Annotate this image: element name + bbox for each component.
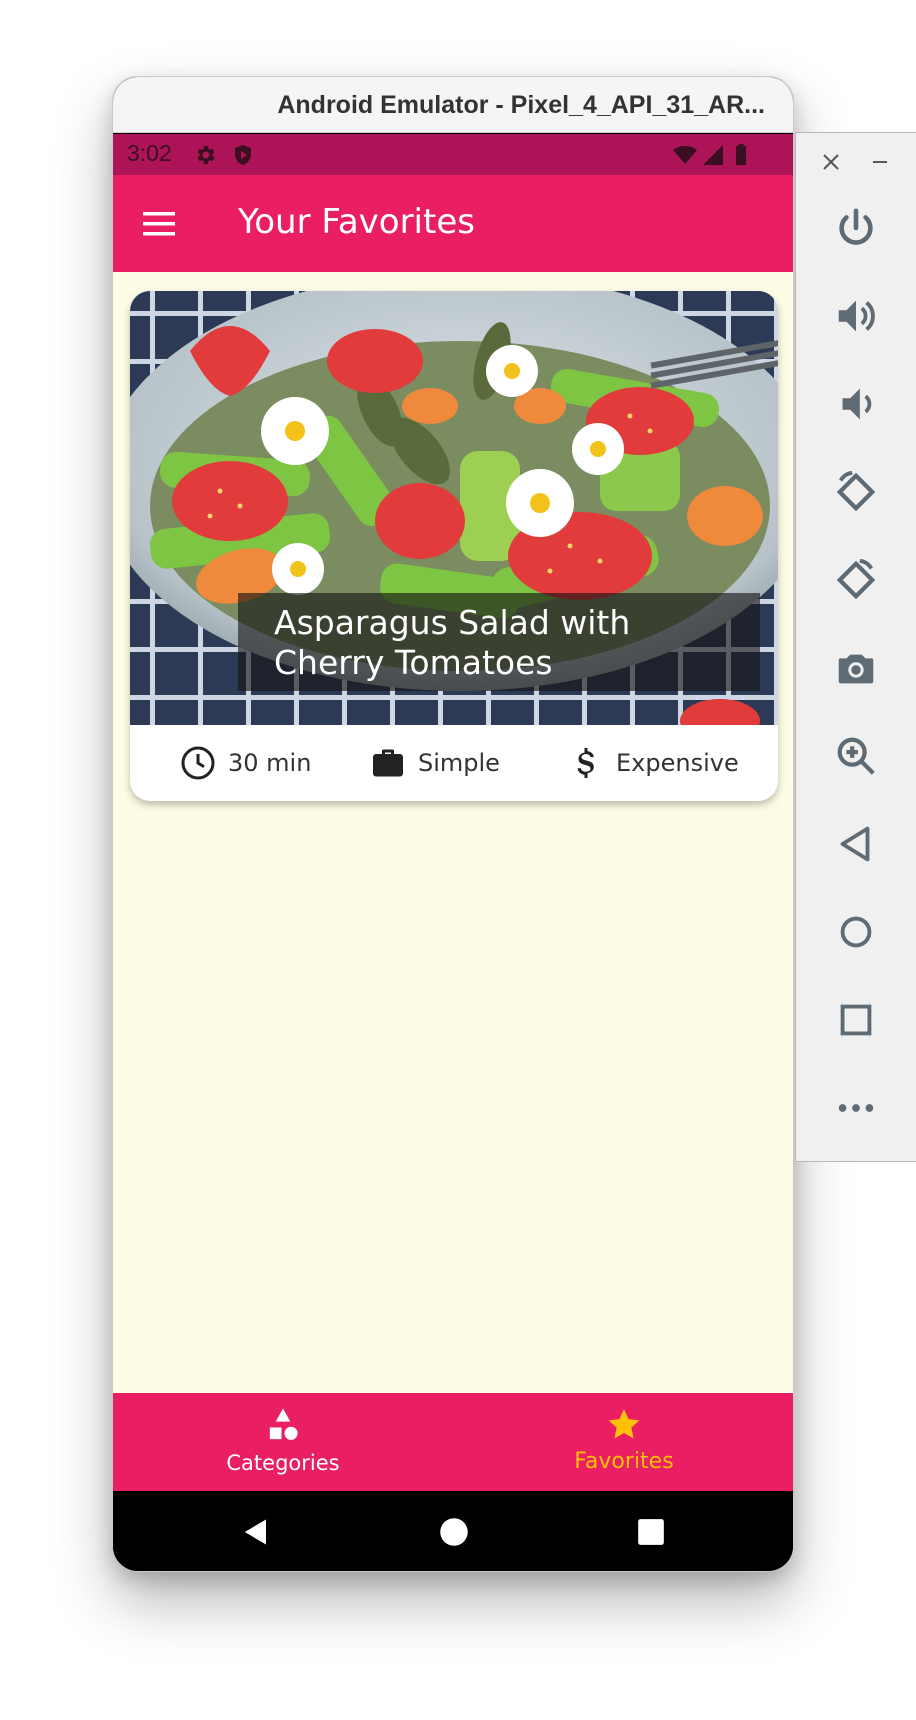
camera-icon[interactable] <box>833 645 879 691</box>
nav-label-categories: Categories <box>226 1451 340 1475</box>
system-navigation-bar <box>113 1491 793 1571</box>
nav-tab-categories[interactable]: Categories <box>163 1393 403 1491</box>
home-icon[interactable] <box>833 909 879 955</box>
affordability-info: Expensive <box>568 743 739 783</box>
shield-play-icon <box>235 145 251 165</box>
system-overview-icon[interactable] <box>637 1518 665 1546</box>
rotate-left-icon[interactable] <box>833 469 879 515</box>
star-icon <box>608 1409 640 1439</box>
close-icon[interactable] <box>822 153 840 171</box>
page-title: Your Favorites <box>238 202 475 242</box>
rotate-right-icon[interactable] <box>833 557 879 603</box>
nav-tab-favorites[interactable]: Favorites <box>504 1393 744 1491</box>
overview-icon[interactable] <box>833 997 879 1043</box>
emulator-window: Android Emulator - Pixel_4_API_31_AR... … <box>112 76 794 1572</box>
meal-meta-row: 30 min Simple Expensive <box>130 725 778 801</box>
meal-card[interactable]: Asparagus Salad with Cherry Tomatoes 30 … <box>130 291 778 801</box>
settings-gear-icon <box>197 146 215 164</box>
complexity-info: Simple <box>370 743 500 783</box>
minimize-icon[interactable] <box>871 153 889 171</box>
briefcase-icon <box>373 749 403 777</box>
wifi-icon <box>673 146 697 164</box>
system-home-icon[interactable] <box>439 1517 469 1547</box>
hamburger-menu-icon[interactable] <box>143 210 177 238</box>
more-icon[interactable] <box>833 1085 879 1131</box>
bottom-navigation: Categories Favorites <box>113 1393 793 1491</box>
affordability-label: Expensive <box>616 749 739 777</box>
nav-label-favorites: Favorites <box>574 1449 674 1474</box>
zoom-icon[interactable] <box>833 733 879 779</box>
favorites-list: Asparagus Salad with Cherry Tomatoes 30 … <box>113 272 793 1393</box>
meal-title: Asparagus Salad with Cherry Tomatoes <box>238 593 760 691</box>
app-bar: Your Favorites <box>113 175 793 272</box>
back-icon[interactable] <box>833 821 879 867</box>
status-time: 3:02 <box>127 140 172 166</box>
duration-label: 30 min <box>228 749 312 777</box>
emulator-toolbar <box>795 132 916 1162</box>
system-back-icon[interactable] <box>241 1517 271 1547</box>
signal-icon <box>703 145 723 165</box>
volume-down-icon[interactable] <box>833 381 879 427</box>
battery-icon <box>736 144 746 165</box>
status-bar: 3:02 <box>113 134 793 175</box>
window-title: Android Emulator - Pixel_4_API_31_AR... <box>113 77 793 133</box>
power-icon[interactable] <box>833 205 879 251</box>
volume-up-icon[interactable] <box>833 293 879 339</box>
dollar-icon <box>577 748 594 778</box>
complexity-label: Simple <box>418 749 500 777</box>
categories-icon <box>269 1408 298 1440</box>
clock-icon <box>181 746 215 780</box>
duration-info: 30 min <box>180 743 311 783</box>
